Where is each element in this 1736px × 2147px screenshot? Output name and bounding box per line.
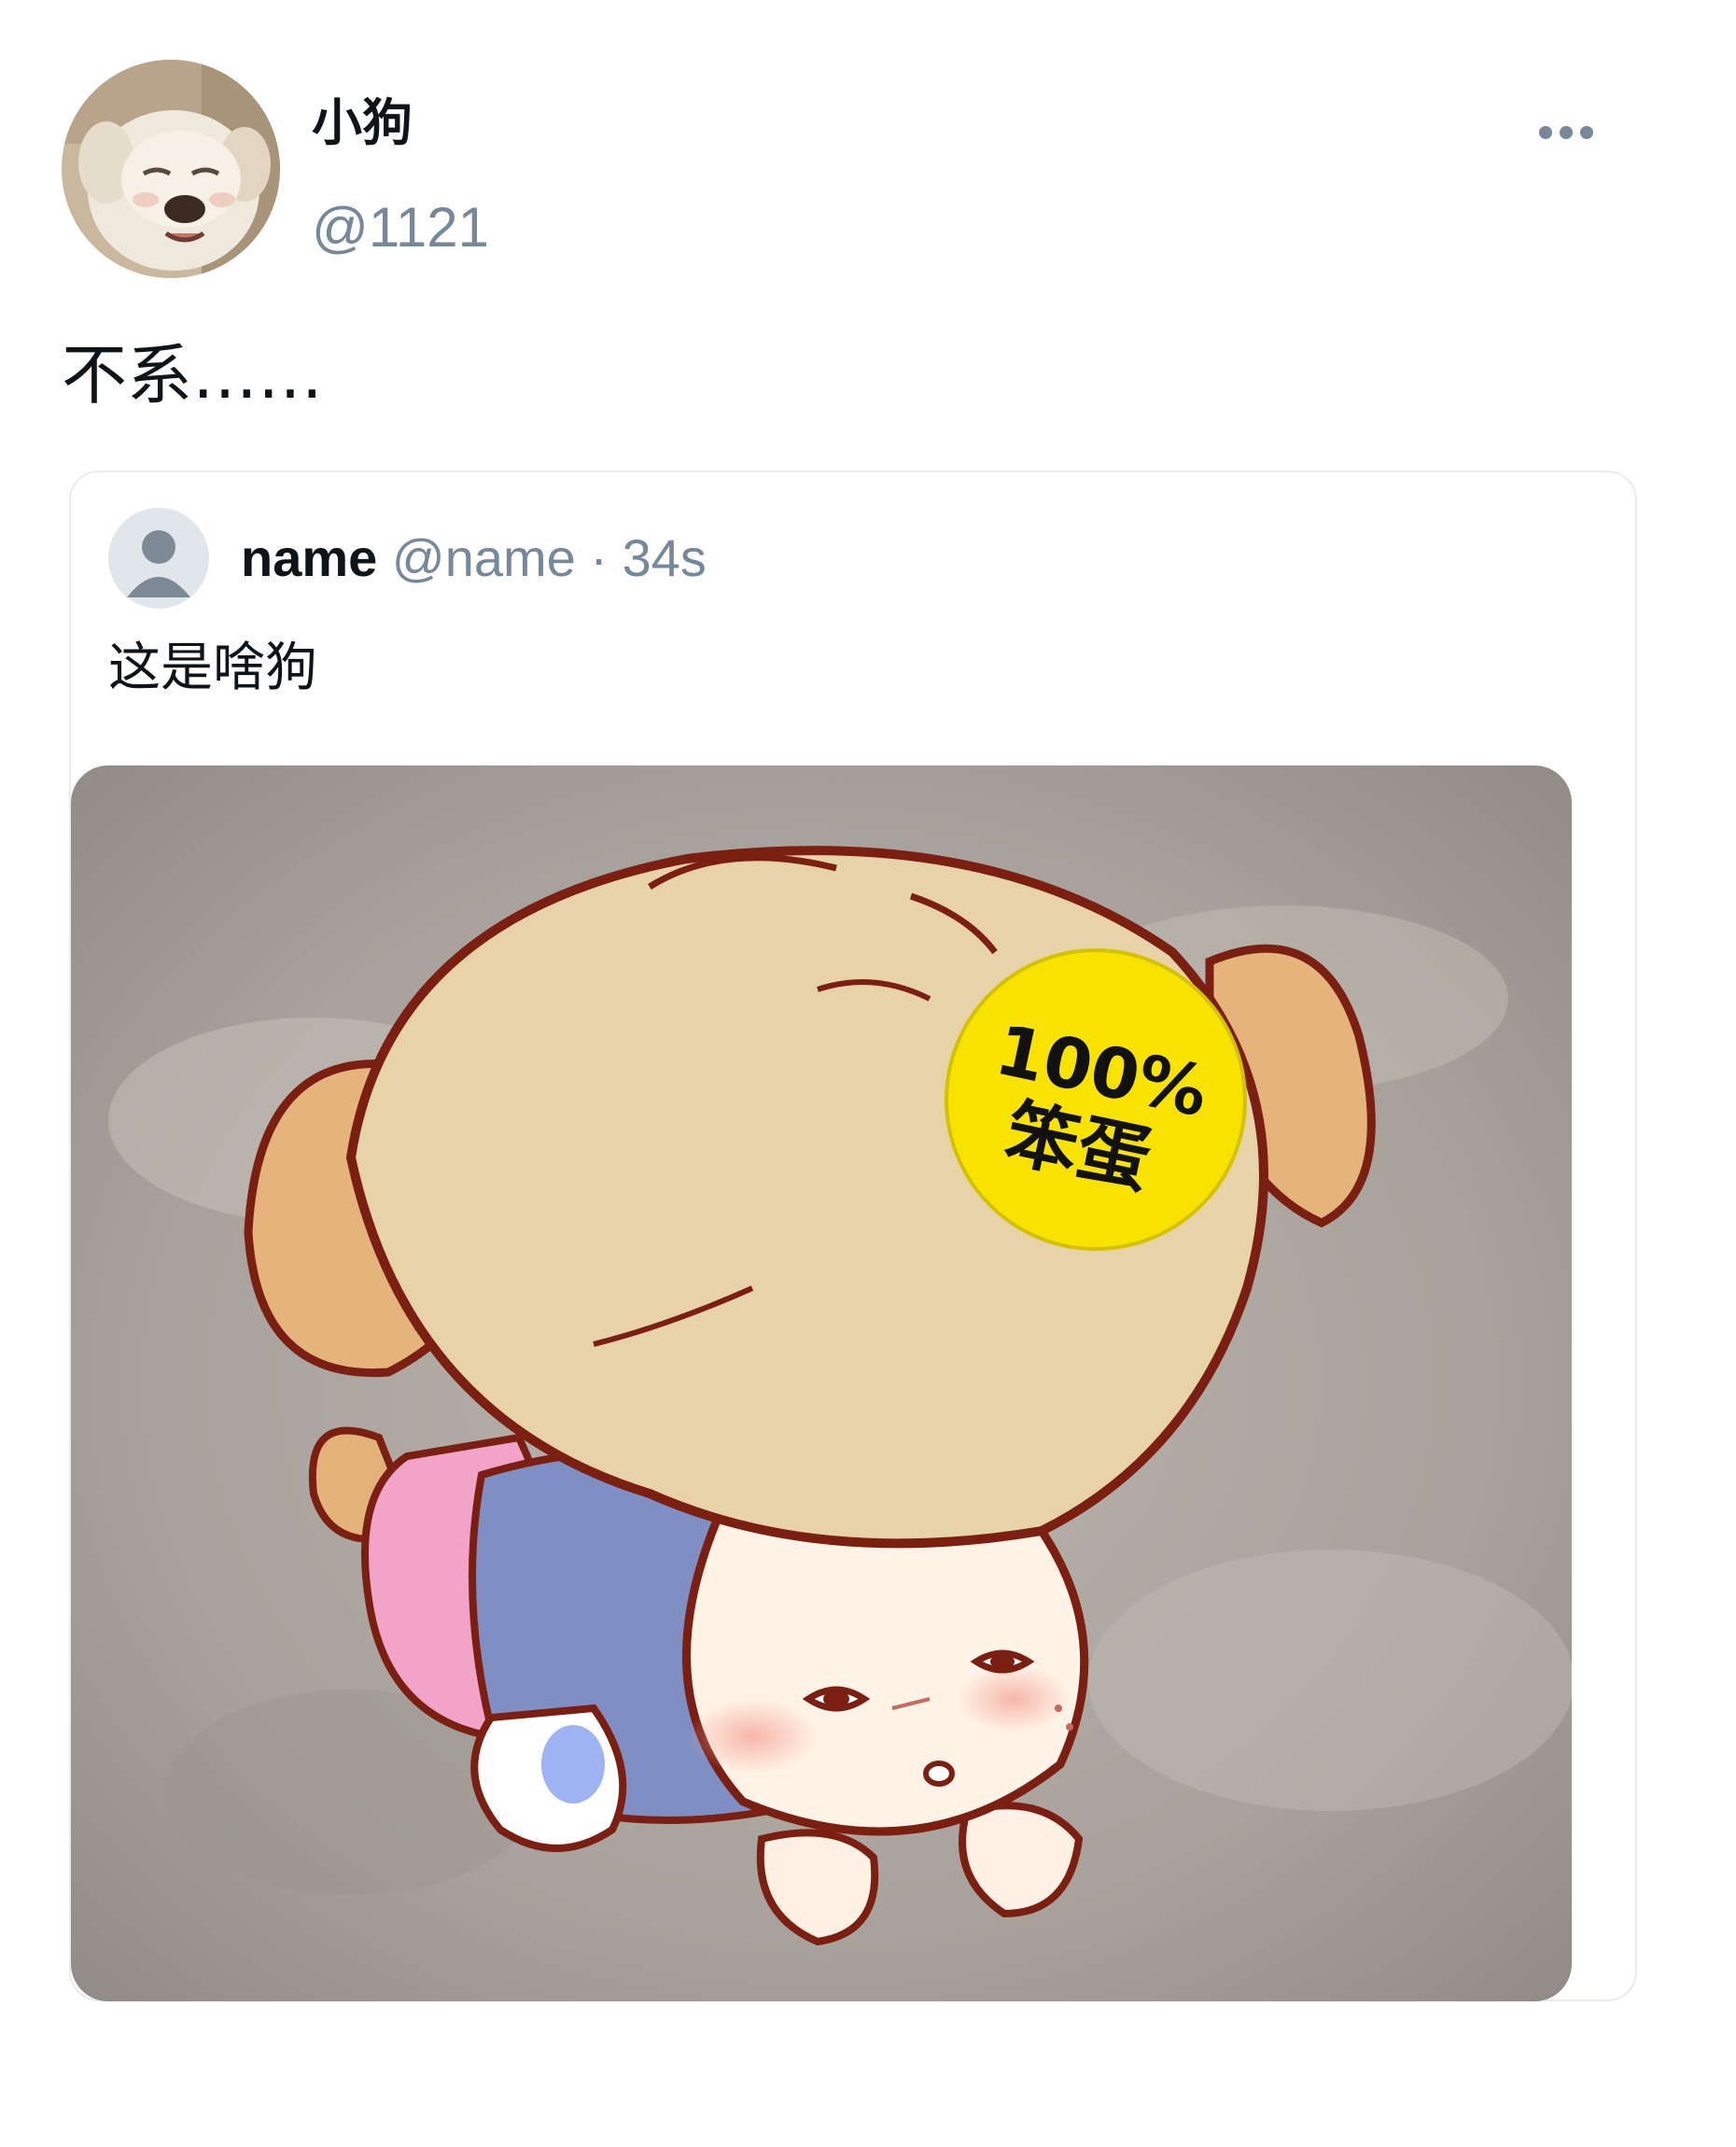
- tweet: 小狗 @1121 不系…… name @name · 34s 这是啥狗 100%…: [0, 0, 1736, 2147]
- quoted-post-card[interactable]: name @name · 34s 这是啥狗 100% 笨蛋: [69, 470, 1637, 2001]
- quoted-post-timestamp[interactable]: 34s: [623, 528, 707, 587]
- cartoon-dog-boy-illustration: 100% 笨蛋: [71, 765, 1572, 2001]
- author-display-name[interactable]: 小狗: [312, 86, 413, 161]
- quoted-author-avatar[interactable]: [108, 508, 209, 609]
- header-separator: ·: [590, 528, 609, 587]
- quoted-post-header: name @name · 34s: [241, 521, 707, 596]
- author-handle[interactable]: @1121: [312, 190, 489, 265]
- author-avatar[interactable]: [62, 60, 280, 278]
- puppy-avatar-icon: [62, 60, 280, 278]
- quoted-author-display-name[interactable]: name: [241, 528, 377, 587]
- more-horizontal-icon: [1535, 126, 1597, 139]
- post-text: 不系……: [62, 337, 323, 414]
- more-options-button[interactable]: [1519, 105, 1613, 161]
- quoted-author-handle[interactable]: @name: [392, 528, 576, 587]
- quoted-post-image[interactable]: 100% 笨蛋: [71, 765, 1572, 2001]
- quoted-post-text: 这是啥狗: [108, 638, 317, 698]
- default-user-avatar-icon: [108, 508, 209, 609]
